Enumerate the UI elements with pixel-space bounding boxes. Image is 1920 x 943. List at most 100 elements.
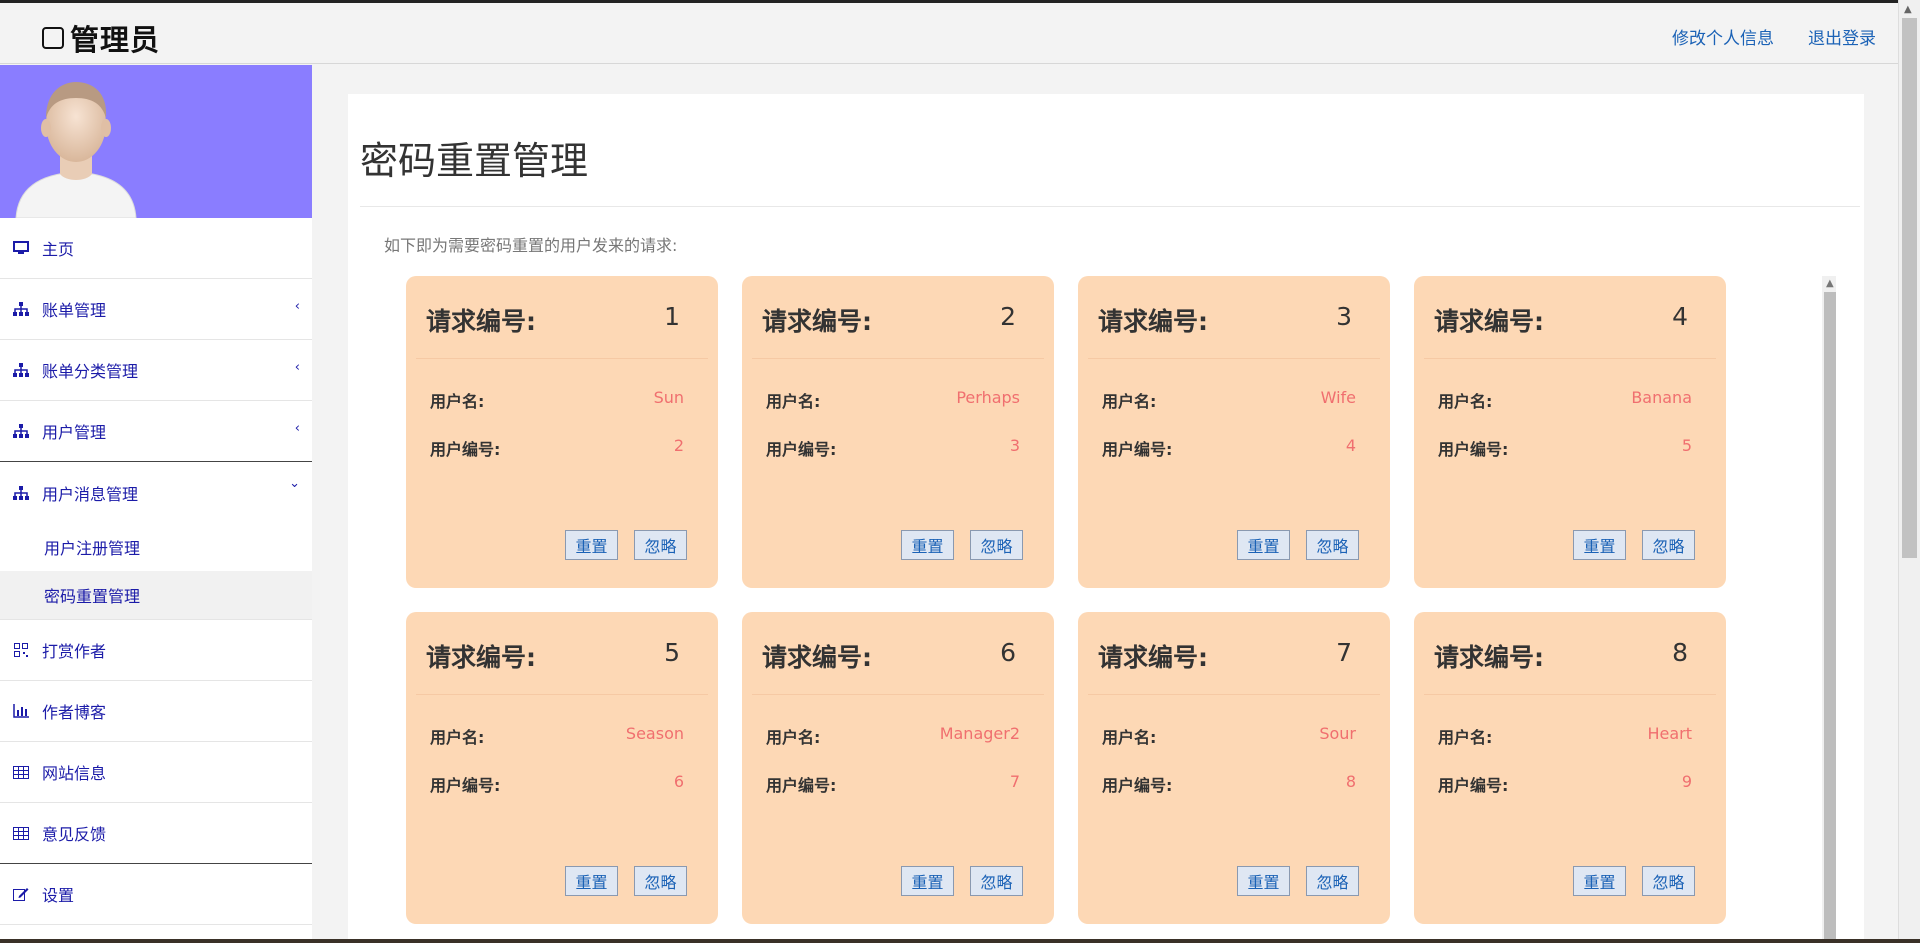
card-divider (1088, 694, 1380, 695)
sidebar-subitem-password-reset[interactable]: 密码重置管理 (0, 571, 312, 619)
userid-label: 用户编号: (1438, 776, 1509, 795)
userid-value: 4 (1345, 436, 1356, 455)
username-label: 用户名: (1438, 392, 1493, 411)
table-icon (12, 824, 30, 842)
sidebar-item-site-info[interactable]: 网站信息 (0, 742, 312, 803)
ignore-button[interactable]: 忽略 (1306, 866, 1359, 896)
reset-button[interactable]: 重置 (1573, 866, 1626, 896)
request-card: 请求编号: 3 用户名: Wife 用户编号: 4 重置 忽略 (1078, 276, 1390, 588)
request-card: 请求编号: 4 用户名: Banana 用户编号: 5 重置 忽略 (1414, 276, 1726, 588)
page-title: 密码重置管理 (360, 139, 589, 183)
sidebar-item-label: 打赏作者 (42, 642, 107, 661)
request-card: 请求编号: 6 用户名: Manager2 用户编号: 7 重置 忽略 (742, 612, 1054, 924)
username-label: 用户名: (430, 392, 485, 411)
square-icon (42, 27, 64, 49)
ignore-button[interactable]: 忽略 (1642, 530, 1695, 560)
monitor-icon (12, 239, 30, 257)
userid-label: 用户编号: (766, 776, 837, 795)
request-card: 请求编号: 2 用户名: Perhaps 用户编号: 3 重置 忽略 (742, 276, 1054, 588)
username-row: 用户名: Sun (430, 388, 684, 412)
username-row: 用户名: Wife (1102, 388, 1356, 412)
ignore-button[interactable]: 忽略 (634, 530, 687, 560)
sidebar-item-label: 账单管理 (42, 301, 107, 320)
cards-scrollbar[interactable]: ▲ (1822, 276, 1836, 943)
ignore-button[interactable]: 忽略 (970, 530, 1023, 560)
sidebar-item-settings[interactable]: 设置 (0, 864, 312, 925)
chevron-left-icon: ‹ (294, 421, 300, 436)
request-number-label: 请求编号: (1098, 643, 1208, 672)
ignore-button[interactable]: 忽略 (1306, 530, 1359, 560)
userid-label: 用户编号: (1438, 440, 1509, 459)
userid-value: 6 (673, 772, 684, 791)
request-number-label: 请求编号: (426, 307, 536, 336)
reset-button[interactable]: 重置 (901, 866, 954, 896)
chevron-left-icon: ‹ (294, 360, 300, 375)
sitemap-icon (12, 361, 30, 379)
scroll-up-arrow-icon[interactable]: ▲ (1826, 278, 1834, 289)
avatar (15, 82, 137, 218)
sidebar-item-label: 主页 (42, 240, 75, 259)
sidebar-item-users[interactable]: 用户管理 ‹ (0, 401, 312, 462)
ignore-button[interactable]: 忽略 (634, 866, 687, 896)
username-value: Season (625, 724, 684, 743)
brand: 管理员 (42, 17, 160, 59)
sidebar-item-bill-categories[interactable]: 账单分类管理 ‹ (0, 340, 312, 401)
reset-button[interactable]: 重置 (565, 866, 618, 896)
sitemap-icon (12, 300, 30, 318)
logout-link[interactable]: 退出登录 (1808, 24, 1876, 49)
request-number-label: 请求编号: (762, 307, 872, 336)
username-row: 用户名: Manager2 (766, 724, 1020, 748)
username-row: 用户名: Perhaps (766, 388, 1020, 412)
top-header: 管理员 修改个人信息 退出登录 (0, 3, 1898, 64)
page-scrollbar[interactable]: ▲ (1898, 0, 1920, 939)
userid-row: 用户编号: 7 (766, 772, 1020, 796)
sidebar-item-label: 账单分类管理 (42, 362, 139, 381)
userid-row: 用户编号: 9 (1438, 772, 1692, 796)
card-divider (1424, 694, 1716, 695)
sidebar-subitem-registration[interactable]: 用户注册管理 (0, 523, 312, 571)
sidebar-item-author-blog[interactable]: 作者博客 (0, 681, 312, 742)
scrollbar-thumb[interactable] (1902, 18, 1917, 558)
reset-button[interactable]: 重置 (901, 530, 954, 560)
intro-text: 如下即为需要密码重置的用户发来的请求: (384, 236, 678, 255)
scrollbar-thumb[interactable] (1824, 292, 1836, 943)
sitemap-icon (12, 422, 30, 440)
userid-row: 用户编号: 5 (1438, 436, 1692, 460)
request-cards-area: 请求编号: 1 用户名: Sun 用户编号: 2 重置 忽略 请求编号: 2 用… (406, 276, 1836, 943)
sidebar-item-label: 设置 (42, 886, 75, 905)
sidebar-item-donate[interactable]: 打赏作者 (0, 620, 312, 681)
qrcode-icon (12, 641, 30, 659)
userid-row: 用户编号: 8 (1102, 772, 1356, 796)
username-row: 用户名: Heart (1438, 724, 1692, 748)
scroll-up-arrow-icon[interactable]: ▲ (1904, 4, 1912, 15)
reset-button[interactable]: 重置 (1237, 866, 1290, 896)
sidebar-item-label: 网站信息 (42, 764, 107, 783)
sidebar-item-feedback[interactable]: 意见反馈 (0, 803, 312, 864)
request-number-label: 请求编号: (1098, 307, 1208, 336)
username-label: 用户名: (766, 392, 821, 411)
username-row: 用户名: Season (430, 724, 684, 748)
reset-button[interactable]: 重置 (1573, 530, 1626, 560)
sidebar-item-bills[interactable]: 账单管理 ‹ (0, 279, 312, 340)
sidebar-item-home[interactable]: 主页 (0, 218, 312, 279)
username-value: Sun (653, 388, 684, 407)
ignore-button[interactable]: 忽略 (1642, 866, 1695, 896)
sidebar-item-user-messages[interactable]: 用户消息管理 ⌄ (0, 462, 312, 523)
userid-value: 8 (1345, 772, 1356, 791)
userid-label: 用户编号: (1102, 440, 1173, 459)
brand-title: 管理员 (70, 23, 161, 57)
card-divider (752, 694, 1044, 695)
reset-button[interactable]: 重置 (565, 530, 618, 560)
sidebar: 主页 账单管理 ‹ 账单分类管理 ‹ 用户管理 ‹ 用户消息管理 ⌄ 用户注册管… (0, 65, 312, 939)
userid-value: 2 (673, 436, 684, 455)
request-number: 8 (1672, 638, 1688, 667)
reset-button[interactable]: 重置 (1237, 530, 1290, 560)
card-divider (752, 358, 1044, 359)
edit-profile-link[interactable]: 修改个人信息 (1672, 24, 1774, 49)
chevron-down-icon: ⌄ (289, 476, 300, 491)
request-number: 2 (1000, 302, 1016, 331)
username-value: Banana (1631, 388, 1692, 407)
ignore-button[interactable]: 忽略 (970, 866, 1023, 896)
userid-row: 用户编号: 6 (430, 772, 684, 796)
userid-row: 用户编号: 4 (1102, 436, 1356, 460)
